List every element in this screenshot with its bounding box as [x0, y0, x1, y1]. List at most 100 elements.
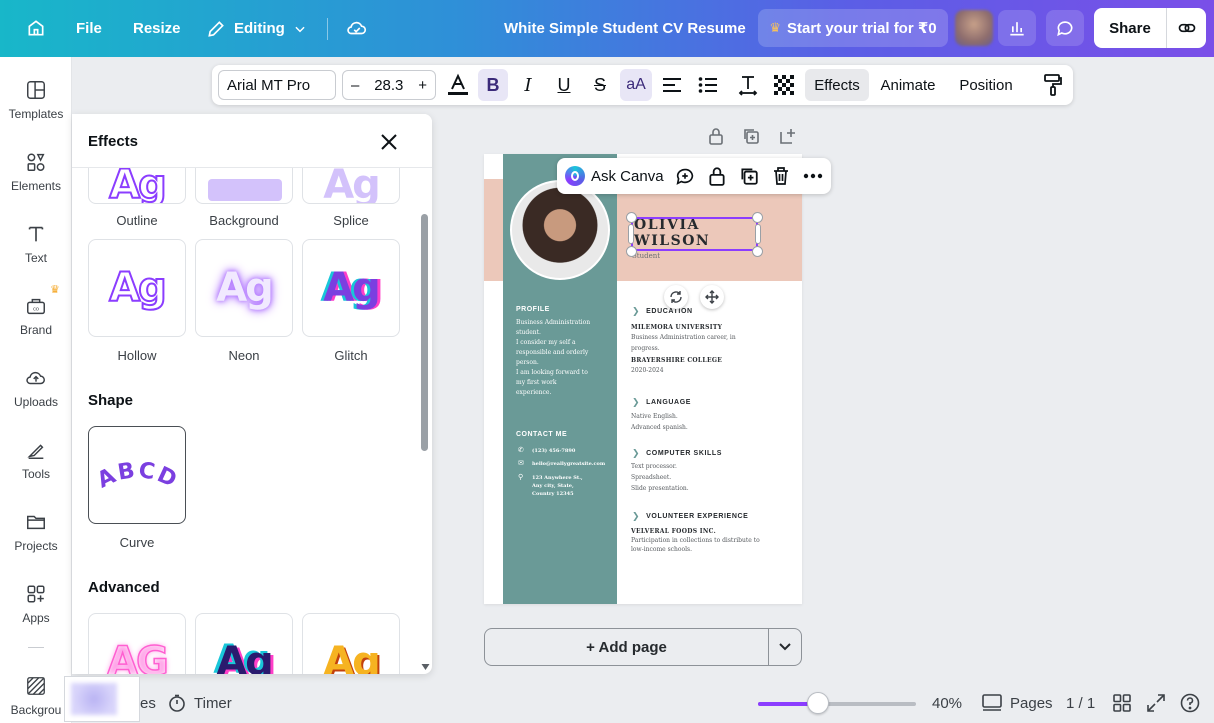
close-panel-button[interactable] [377, 130, 401, 154]
volunteer-heading[interactable]: ❯ VOLUNTEER EXPERIENCE [632, 511, 748, 522]
resize-handle-left[interactable] [628, 224, 634, 244]
text-color-button[interactable] [444, 69, 472, 101]
fullscreen-button[interactable] [1147, 683, 1165, 723]
grid-view-button[interactable] [1113, 683, 1131, 723]
advanced-tile-1[interactable]: AG [88, 613, 186, 674]
resize-handle-tl[interactable] [626, 212, 637, 223]
lock-element-button[interactable] [705, 164, 729, 188]
contact-address[interactable]: 123 Anywhere St., Any city, State, Count… [532, 474, 583, 498]
contact-email[interactable]: hello@reallygreatsite.com [532, 460, 605, 468]
align-button[interactable] [658, 69, 686, 101]
volunteer-org[interactable]: VELVERAL FOODS INC. [631, 528, 716, 535]
page-counter[interactable]: 1 / 1 [1066, 683, 1095, 723]
increase-size-button[interactable]: + [418, 77, 427, 94]
duplicate-page-button[interactable] [741, 126, 761, 146]
edu2-school[interactable]: BRAYERSHIRE COLLEGE [631, 357, 722, 364]
sidebar-label: Brand [19, 323, 53, 337]
copy-style-button[interactable] [1039, 69, 1067, 101]
notes-button[interactable]: es [140, 683, 156, 723]
sidebar-item-projects[interactable]: Projects [0, 499, 72, 565]
home-button[interactable] [17, 10, 55, 46]
bold-button[interactable]: B [478, 69, 508, 101]
effect-tile-neon[interactable]: Ag [195, 239, 293, 337]
spacing-button[interactable] [734, 69, 762, 101]
add-page-icon-button[interactable] [778, 126, 798, 146]
edu1-school[interactable]: MILEMORA UNIVERSITY [631, 324, 722, 331]
effect-tile-outline[interactable]: Ag [88, 168, 186, 204]
zoom-value[interactable]: 40% [932, 683, 962, 723]
list-button[interactable] [694, 69, 722, 101]
volunteer-text[interactable]: Participation in collections to distribu… [631, 536, 791, 554]
start-trial-button[interactable]: ♛ Start your trial for ₹0 [758, 9, 948, 47]
more-options-button[interactable] [801, 164, 825, 188]
transparency-button[interactable] [770, 69, 798, 101]
move-button[interactable] [700, 285, 724, 309]
language-heading[interactable]: ❯ LANGUAGE [632, 397, 691, 408]
animate-button[interactable]: Animate [876, 69, 940, 101]
position-button[interactable]: Position [954, 69, 1018, 101]
font-size-value[interactable]: 28.3 [374, 77, 403, 94]
font-size-stepper[interactable]: – 28.3 + [342, 70, 436, 100]
sidebar-item-text[interactable]: Text [0, 211, 72, 277]
skills-text[interactable]: Text processor. Spreadsheet. Slide prese… [631, 461, 791, 494]
lock-page-button[interactable] [706, 126, 726, 146]
contact-heading[interactable]: CONTACT ME [516, 431, 567, 438]
duplicate-element-button[interactable] [737, 164, 761, 188]
skills-heading[interactable]: ❯ COMPUTER SKILLS [632, 448, 722, 459]
ask-canva-button[interactable]: Ask Canva [565, 164, 664, 188]
add-comment-button[interactable] [673, 164, 697, 188]
resize-handle-br[interactable] [752, 246, 763, 257]
cloud-save-button[interactable] [338, 10, 376, 46]
sidebar-item-templates[interactable]: Templates [0, 67, 72, 133]
strikethrough-button[interactable]: S [586, 69, 614, 101]
panel-scroll-thumb[interactable] [421, 214, 428, 451]
language-text[interactable]: Native English. Advanced spanish. [631, 411, 791, 433]
contact-phone[interactable]: (123) 456-7890 [532, 447, 575, 455]
share-button[interactable]: Share [1094, 8, 1166, 48]
decrease-size-button[interactable]: – [351, 77, 359, 94]
page-thumbnail-preview[interactable] [64, 676, 140, 722]
edu2-years[interactable]: 2020-2024 [631, 365, 791, 376]
sidebar-item-uploads[interactable]: Uploads [0, 355, 72, 421]
resize-menu[interactable]: Resize [133, 0, 181, 57]
insights-button[interactable] [998, 10, 1036, 46]
advanced-tile-2[interactable]: Ag [195, 613, 293, 674]
copy-link-button[interactable] [1166, 8, 1206, 48]
effect-tile-glitch[interactable]: Ag [302, 239, 400, 337]
effect-tile-hollow[interactable]: Ag [88, 239, 186, 337]
pages-button[interactable]: Pages [982, 683, 1053, 723]
help-button[interactable] [1180, 683, 1200, 723]
effect-tile-background[interactable] [195, 168, 293, 204]
file-menu[interactable]: File [76, 0, 102, 57]
delete-element-button[interactable] [769, 164, 793, 188]
timer-button[interactable]: Timer [168, 683, 232, 723]
user-avatar[interactable] [955, 10, 993, 46]
effects-button[interactable]: Effects [805, 69, 869, 101]
resize-handle-bl[interactable] [626, 246, 637, 257]
sidebar-item-tools[interactable]: Tools [0, 427, 72, 493]
font-family-select[interactable]: Arial MT Pro [218, 70, 336, 100]
profile-text[interactable]: Business Administration student. I consi… [516, 318, 610, 398]
profile-heading[interactable]: PROFILE [516, 306, 550, 313]
resize-handle-right[interactable] [755, 224, 761, 244]
profile-photo[interactable] [510, 180, 610, 280]
rotate-button[interactable] [664, 285, 688, 309]
italic-button[interactable]: I [514, 69, 542, 101]
zoom-slider-handle[interactable] [807, 692, 829, 714]
sidebar-item-apps[interactable]: Apps [0, 571, 72, 637]
add-page-button[interactable]: + Add page [484, 628, 769, 666]
underline-button[interactable]: U [550, 69, 578, 101]
effect-tile-splice[interactable]: Ag [302, 168, 400, 204]
shape-tile-curve[interactable]: ABCD [88, 426, 186, 524]
edu1-text[interactable]: Business Administration career, in progr… [631, 332, 791, 354]
comments-button[interactable] [1046, 10, 1084, 46]
resize-handle-tr[interactable] [752, 212, 763, 223]
education-heading[interactable]: ❯ EDUCATION [632, 306, 693, 317]
add-page-dropdown[interactable] [768, 628, 802, 666]
sidebar-item-brand[interactable]: co Brand [0, 283, 72, 349]
editing-menu[interactable]: Editing [206, 0, 307, 57]
sidebar-item-elements[interactable]: Elements [0, 139, 72, 205]
letter-case-button[interactable]: aA [620, 69, 652, 101]
document-title[interactable]: White Simple Student CV Resume [504, 0, 746, 57]
advanced-tile-3[interactable]: Ag [302, 613, 400, 674]
